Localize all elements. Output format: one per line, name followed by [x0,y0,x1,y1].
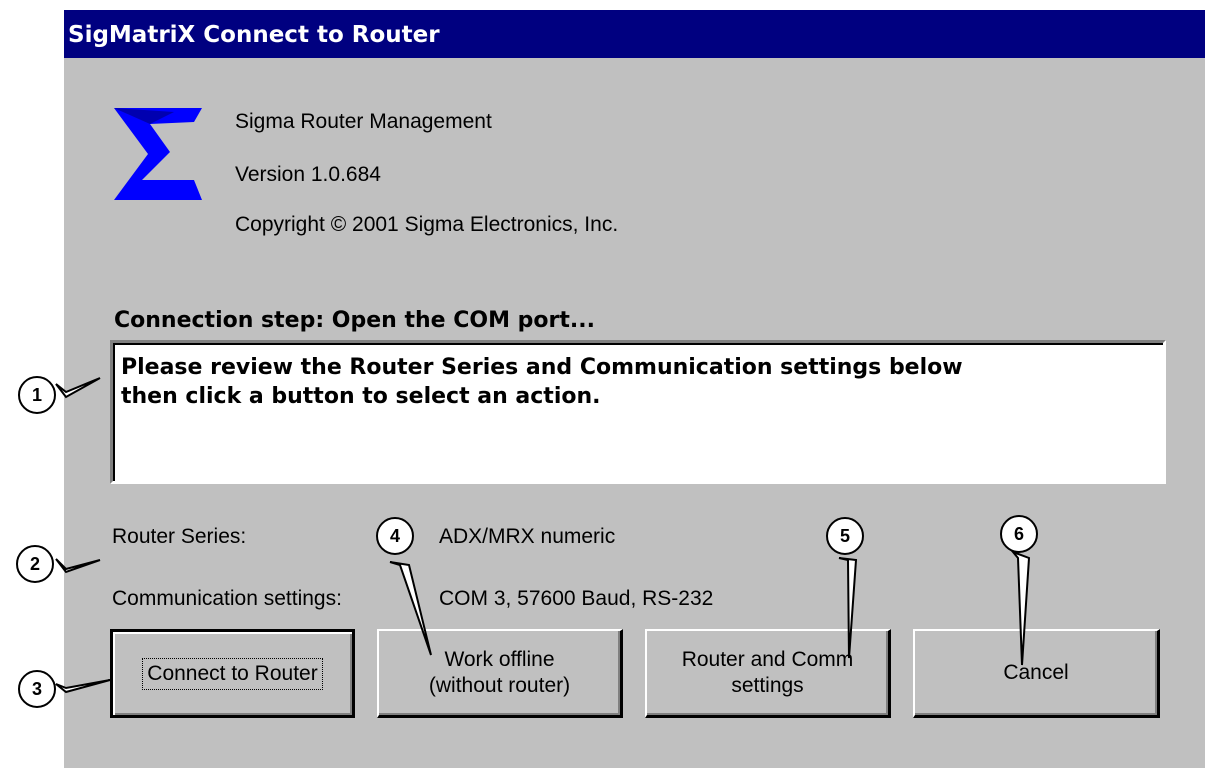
comm-settings-value: COM 3, 57600 Baud, RS-232 [439,587,714,610]
connection-step-label: Connection step: Open the COM port... [114,308,595,333]
message-line-2: then click a button to select an action. [121,384,601,409]
version-text: Version 1.0.684 [235,163,381,186]
connect-button-label: Connect to Router [142,657,323,690]
callout-3: 3 [18,670,56,708]
connect-to-router-button[interactable]: Connect to Router [110,629,355,718]
callout-6: 6 [1000,515,1038,553]
connect-dialog: SigMatriX Connect to Router Sigma Router… [64,10,1205,768]
copyright-text: Copyright © 2001 Sigma Electronics, Inc. [235,213,619,236]
message-box: Please review the Router Series and Comm… [110,340,1166,484]
settings-line1: Router and Comm [681,648,854,671]
callout-2: 2 [16,545,54,583]
sigma-logo-icon [114,108,202,200]
router-comm-settings-button[interactable]: Router and Comm settings [645,629,891,718]
comm-settings-label: Communication settings: [112,587,342,610]
work-offline-line2: (without router) [428,674,571,697]
cancel-button[interactable]: Cancel [913,629,1160,718]
window-title: SigMatriX Connect to Router [68,22,440,48]
title-bar[interactable]: SigMatriX Connect to Router [64,10,1205,58]
work-offline-line1: Work offline [444,648,555,671]
router-series-label: Router Series: [112,525,247,548]
router-series-value: ADX/MRX numeric [439,525,616,548]
product-name: Sigma Router Management [235,110,492,133]
callout-5: 5 [826,517,864,555]
callout-1: 1 [18,376,56,414]
callout-4: 4 [376,517,414,555]
cancel-button-label: Cancel [1003,661,1069,684]
work-offline-button[interactable]: Work offline (without router) [377,629,623,718]
message-line-1: Please review the Router Series and Comm… [121,355,963,380]
settings-line2: settings [731,674,804,697]
